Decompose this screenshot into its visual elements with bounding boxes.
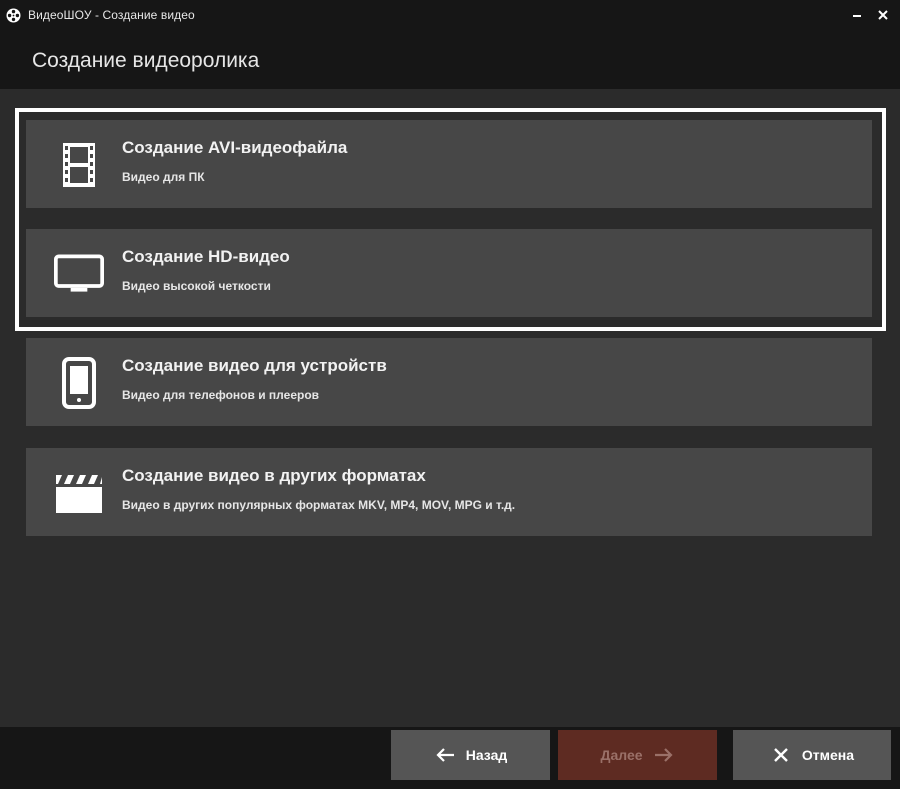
- window-title: ВидеоШОУ - Создание видео: [28, 8, 195, 22]
- film-strip-icon: [54, 142, 104, 188]
- option-other-formats[interactable]: Создание видео в других форматах Видео в…: [26, 448, 872, 536]
- next-button-label: Далее: [600, 747, 643, 763]
- cancel-button-label: Отмена: [801, 747, 855, 763]
- close-x-icon: [770, 744, 792, 766]
- option-devices[interactable]: Создание видео для устройств Видео для т…: [26, 338, 872, 426]
- page-header: Создание видеоролика: [0, 31, 900, 89]
- minimize-button[interactable]: [846, 4, 868, 26]
- next-button[interactable]: Далее: [558, 730, 717, 780]
- arrow-left-icon: [434, 744, 456, 766]
- option-title: Создание видео для устройств: [122, 356, 387, 375]
- phone-icon: [54, 357, 104, 409]
- title-bar: ВидеоШОУ - Создание видео: [0, 0, 900, 31]
- option-subtitle: Видео для ПК: [122, 170, 205, 184]
- arrow-right-icon: [653, 744, 675, 766]
- monitor-icon: [54, 251, 104, 297]
- footer-bar: Назад Далее Отмена: [0, 727, 900, 789]
- close-icon: [878, 10, 888, 20]
- option-subtitle: Видео высокой четкости: [122, 279, 271, 293]
- option-subtitle: Видео для телефонов и плееров: [122, 388, 320, 402]
- close-button[interactable]: [872, 4, 894, 26]
- option-hd[interactable]: Создание HD-видео Видео высокой четкости: [26, 229, 872, 317]
- option-title: Создание AVI-видеофайла: [122, 138, 348, 157]
- option-avi[interactable]: Создание AVI-видеофайла Видео для ПК: [26, 120, 872, 208]
- clapperboard-icon: [54, 470, 104, 516]
- option-subtitle: Видео в других популярных форматах MKV, …: [122, 498, 516, 512]
- cancel-button[interactable]: Отмена: [733, 730, 891, 780]
- page-title: Создание видеоролика: [32, 49, 260, 72]
- option-title: Создание видео в других форматах: [122, 466, 426, 485]
- app-reel-icon: [6, 8, 21, 23]
- minimize-icon: [853, 15, 861, 17]
- back-button-label: Назад: [465, 747, 508, 763]
- option-title: Создание HD-видео: [122, 247, 290, 266]
- back-button[interactable]: Назад: [391, 730, 550, 780]
